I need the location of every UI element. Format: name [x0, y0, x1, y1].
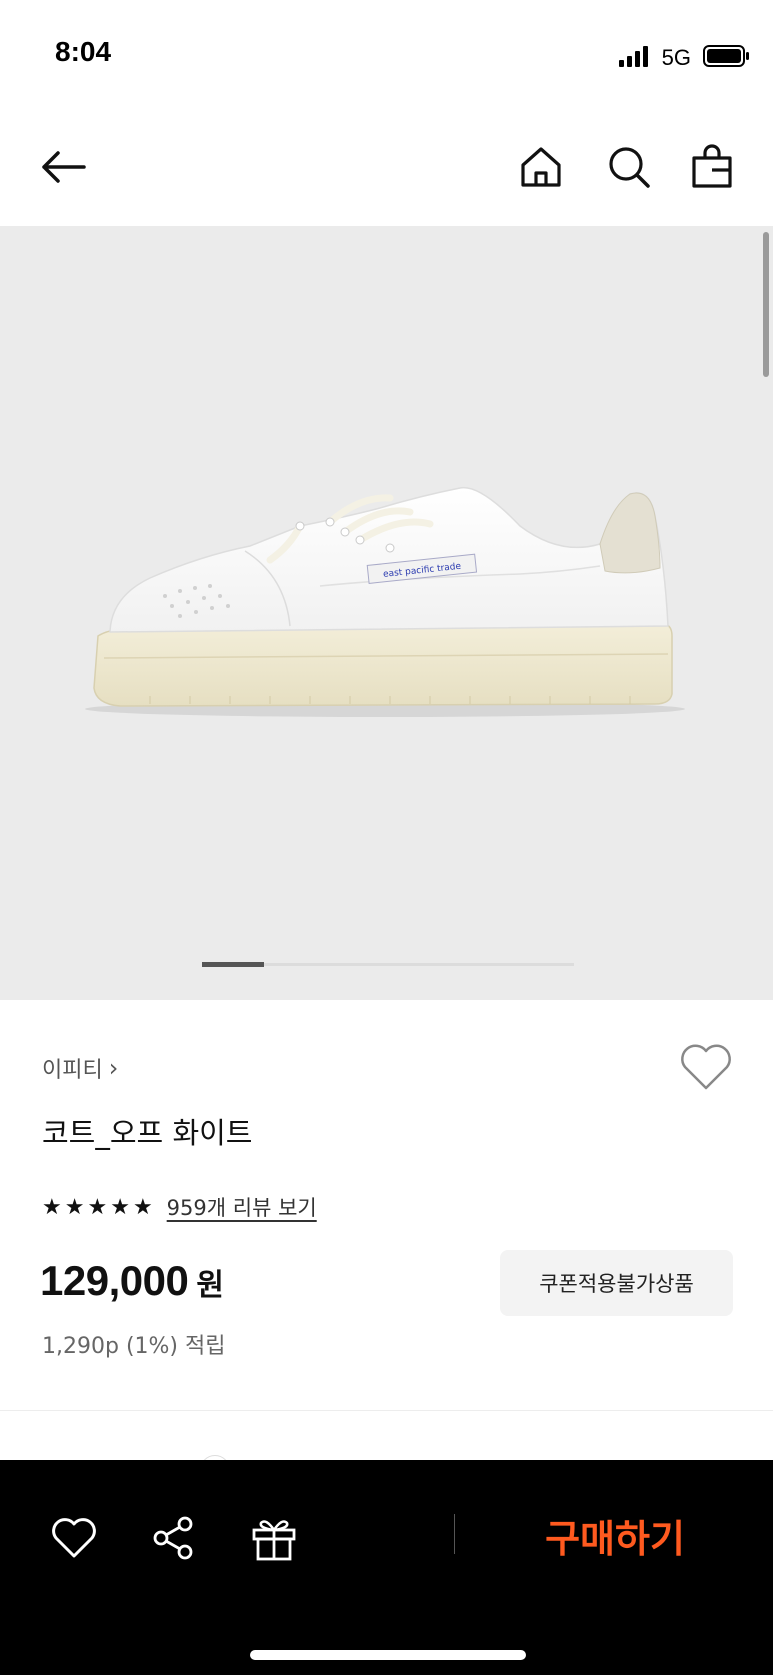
- gift-icon: [252, 1520, 296, 1561]
- home-indicator[interactable]: [250, 1650, 526, 1660]
- battery-icon: [703, 44, 751, 72]
- signal-icon: [618, 44, 654, 72]
- reward-points: 1,290p (1%) 적립: [42, 1334, 226, 1359]
- network-type: 5G: [661, 45, 691, 70]
- gallery-page-indicator: [202, 962, 574, 967]
- star-icon: ★: [42, 1194, 62, 1220]
- product-image: east pacific trade: [85, 486, 685, 717]
- wishlist-bottom-button[interactable]: [48, 1512, 100, 1564]
- brand-link[interactable]: 이피티 ›: [42, 1052, 118, 1084]
- home-icon: [521, 147, 561, 187]
- wishlist-button[interactable]: [679, 1042, 733, 1092]
- status-bar: 8:04 5G: [0, 0, 773, 110]
- star-icon: ★: [132, 1194, 153, 1220]
- price-value: 129,000: [40, 1257, 189, 1304]
- section-divider: [0, 1410, 773, 1411]
- search-icon: [609, 147, 650, 188]
- shopping-bag-icon: [692, 144, 732, 188]
- status-time: 8:04: [55, 36, 112, 67]
- star-icon: ★: [64, 1194, 85, 1220]
- status-indicators: 5G: [618, 40, 751, 76]
- share-button[interactable]: [148, 1512, 200, 1564]
- search-button[interactable]: [602, 140, 656, 194]
- share-icon: [153, 1516, 193, 1560]
- coupon-status-badge: 쿠폰적용불가상품: [500, 1250, 733, 1316]
- price-unit: 원: [196, 1268, 224, 1303]
- price: 129,000 원: [40, 1257, 224, 1305]
- bottom-action-bar: 구매하기: [0, 1460, 773, 1675]
- chevron-right-icon: ›: [108, 1054, 119, 1082]
- gallery-scrollbar[interactable]: [763, 232, 769, 377]
- brand-name: 이피티: [42, 1058, 103, 1083]
- star-icon: ★: [87, 1194, 108, 1220]
- heart-outline-icon: [681, 1044, 731, 1090]
- rating-row: ★ ★ ★ ★ ★ 959개 리뷰 보기: [42, 1192, 317, 1222]
- top-navigation: [0, 110, 773, 226]
- product-info: 이피티 › 코트_오프 화이트 ★ ★ ★ ★ ★ 959개 리뷰 보기 129…: [0, 1000, 773, 1485]
- back-arrow-icon: [42, 151, 86, 183]
- product-title: 코트_오프 화이트: [42, 1116, 253, 1150]
- star-rating: ★ ★ ★ ★ ★: [42, 1195, 153, 1220]
- bottom-bar-divider: [454, 1514, 455, 1554]
- review-link[interactable]: 959개 리뷰 보기: [167, 1192, 317, 1222]
- cart-button[interactable]: [685, 140, 739, 194]
- buy-button[interactable]: 구매하기: [520, 1500, 710, 1570]
- star-icon: ★: [110, 1194, 130, 1220]
- product-image-gallery[interactable]: east pacific trade: [0, 226, 773, 1000]
- home-button[interactable]: [514, 140, 568, 194]
- gift-button[interactable]: [248, 1512, 300, 1564]
- gallery-page-indicator-active: [202, 962, 264, 967]
- back-button[interactable]: [36, 140, 90, 194]
- heart-icon: [52, 1518, 96, 1558]
